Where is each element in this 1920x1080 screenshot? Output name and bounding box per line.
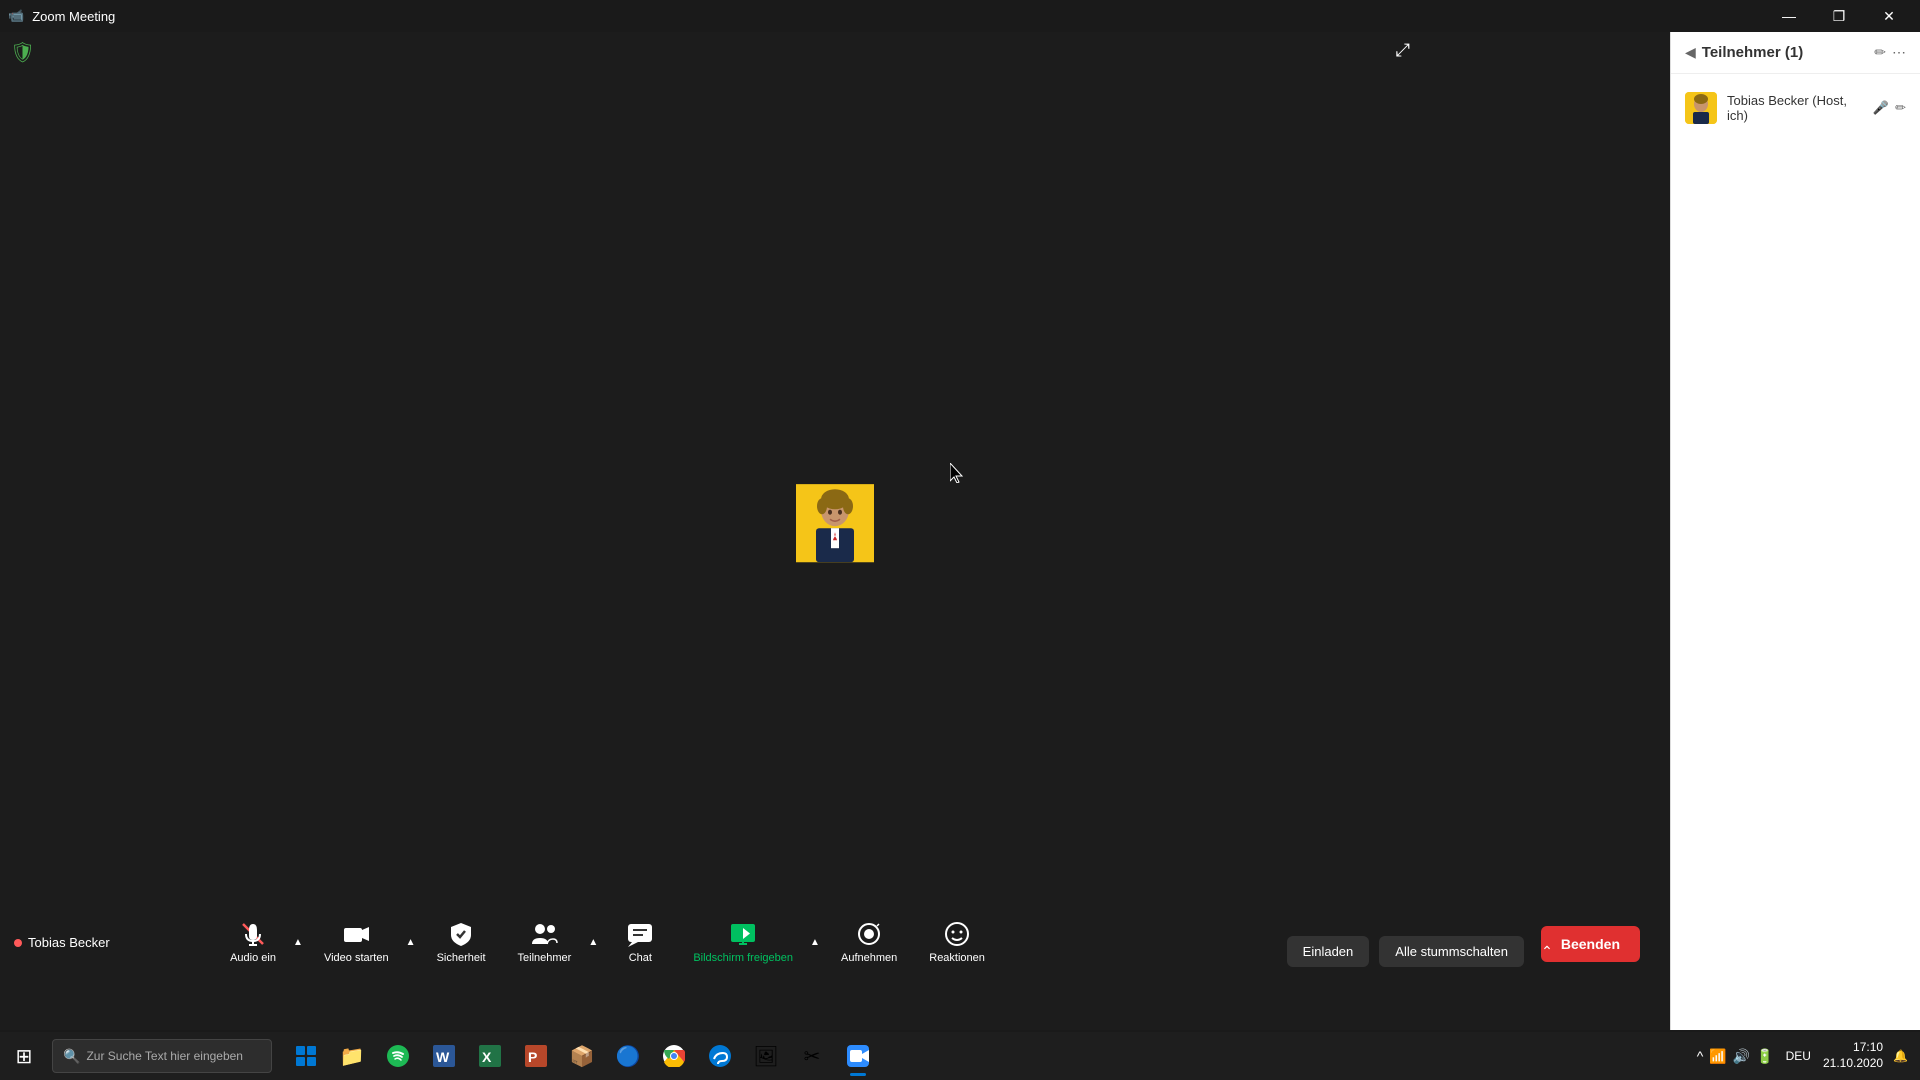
file-explorer-button[interactable]: 📁	[330, 1034, 374, 1078]
svg-text:P: P	[528, 1049, 537, 1065]
svg-text:X: X	[482, 1049, 492, 1065]
svg-text:W: W	[436, 1049, 450, 1065]
app-icon: 📹	[8, 8, 24, 24]
avatar-svg	[796, 484, 874, 562]
participants-icon	[530, 920, 558, 948]
panel-header: ◀ Teilnehmer (1) ✏ ⋯	[1671, 32, 1920, 74]
taskbar-time-value: 17:10	[1823, 1040, 1883, 1056]
record-label: Aufnehmen	[841, 952, 897, 964]
screenshare-label: Bildschirm freigeben	[693, 952, 793, 964]
app7-button[interactable]: 🔵	[606, 1034, 650, 1078]
audio-button[interactable]: Audio ein	[216, 912, 290, 972]
spotify-button[interactable]	[376, 1034, 420, 1078]
participants-group: Teilnehmer ▲	[504, 912, 602, 972]
volume-icon: 🔊	[1733, 1048, 1750, 1065]
taskbar-clock[interactable]: 17:10 21.10.2020	[1823, 1040, 1883, 1071]
participant-avatar-small	[1685, 92, 1717, 124]
participant-item: Tobias Becker (Host, ich) 🎤 ✏	[1671, 84, 1920, 132]
language-indicator: DEU	[1786, 1049, 1811, 1063]
restore-button[interactable]: ❐	[1816, 0, 1862, 32]
record-button[interactable]: Aufnehmen	[827, 912, 911, 972]
battery-icon: 🔋	[1756, 1048, 1773, 1065]
panel-chevron-icon: ◀	[1685, 44, 1696, 61]
toolbar: Audio ein ▲ Video starten ▲	[0, 906, 1215, 978]
panel-title: Teilnehmer (1)	[1702, 44, 1803, 61]
titlebar-title: Zoom Meeting	[32, 9, 115, 24]
zoom-button[interactable]	[836, 1034, 880, 1078]
chat-button[interactable]: Chat	[605, 912, 675, 972]
titlebar-left: 📹 Zoom Meeting	[8, 8, 115, 24]
participant-status-icons: 🎤 ✏	[1873, 100, 1906, 116]
video-caret[interactable]: ▲	[403, 912, 419, 972]
mute-all-button[interactable]: Alle stummschalten	[1379, 936, 1524, 967]
video-icon	[342, 920, 370, 948]
chat-icon	[626, 920, 654, 948]
participants-list: Tobias Becker (Host, ich) 🎤 ✏	[1671, 74, 1920, 1030]
participant-avatar	[796, 484, 874, 562]
start-button[interactable]: ⊞	[0, 1032, 48, 1080]
right-panel: ◀ Teilnehmer (1) ✏ ⋯ Tobias Becker (Ho	[1670, 32, 1920, 1030]
task-view-button[interactable]	[284, 1034, 328, 1078]
taskbar: ⊞ 🔍 Zur Suche Text hier eingeben 📁	[0, 1032, 1920, 1080]
panel-controls: ✏ ⋯	[1874, 44, 1906, 61]
close-button[interactable]: ✕	[1866, 0, 1912, 32]
security-icon	[447, 920, 475, 948]
taskbar-system-icons: ^ 📶 🔊 🔋	[1697, 1048, 1774, 1065]
taskbar-search-icon: 🔍	[63, 1048, 80, 1065]
snip-button[interactable]: ✂	[790, 1034, 834, 1078]
audio-icon	[239, 920, 267, 948]
panel-more-icon[interactable]: ⋯	[1892, 44, 1906, 61]
record-icon	[855, 920, 883, 948]
powerpoint-button[interactable]: P	[514, 1034, 558, 1078]
titlebar: 📹 Zoom Meeting — ❐ ✕	[0, 0, 1920, 32]
participant-thumb	[1685, 92, 1717, 124]
taskbar-right: ^ 📶 🔊 🔋 DEU 17:10 21.10.2020 🔔	[1697, 1040, 1920, 1071]
expand-icon[interactable]: ⤢	[1396, 40, 1410, 61]
panel-chevron[interactable]: ⌃	[1534, 939, 1560, 965]
reactions-button[interactable]: Reaktionen	[915, 912, 999, 972]
minimize-button[interactable]: —	[1766, 0, 1812, 32]
reactions-icon	[943, 920, 971, 948]
audio-caret[interactable]: ▲	[290, 912, 306, 972]
network-icon: 📶	[1709, 1048, 1726, 1065]
security-label: Sicherheit	[437, 952, 486, 964]
reactions-label: Reaktionen	[929, 952, 985, 964]
chrome-button[interactable]	[652, 1034, 696, 1078]
participants-label: Teilnehmer	[518, 952, 572, 964]
panel-edit-icon[interactable]: ✏	[1874, 44, 1886, 61]
taskbar-date-value: 21.10.2020	[1823, 1056, 1883, 1072]
right-meeting-buttons: Einladen Alle stummschalten ⌃	[1287, 936, 1560, 967]
screenshare-group: Bildschirm freigeben ▲	[679, 912, 823, 972]
edge-button[interactable]	[698, 1034, 742, 1078]
security-button[interactable]: Sicherheit	[423, 912, 500, 972]
camera-icon: ✏	[1895, 100, 1906, 116]
excel-button[interactable]: X	[468, 1034, 512, 1078]
participants-caret[interactable]: ▲	[585, 912, 601, 972]
security-shield-icon: 🛡	[10, 40, 35, 65]
screenshare-button[interactable]: Bildschirm freigeben	[679, 912, 807, 972]
taskbar-search[interactable]: 🔍 Zur Suche Text hier eingeben	[52, 1039, 272, 1073]
participants-button[interactable]: Teilnehmer	[504, 912, 586, 972]
taskbar-apps: 📁 W X	[276, 1034, 1697, 1078]
chat-label: Chat	[629, 952, 652, 964]
titlebar-controls: — ❐ ✕	[1766, 0, 1912, 32]
video-button[interactable]: Video starten	[310, 912, 403, 972]
photos-button[interactable]: 🖼	[744, 1034, 788, 1078]
audio-group: Audio ein ▲	[216, 912, 306, 972]
notification-icon[interactable]: 🔔	[1893, 1049, 1908, 1063]
screenshare-caret[interactable]: ▲	[807, 912, 823, 972]
participant-name: Tobias Becker (Host, ich)	[1727, 93, 1863, 123]
mic-muted-icon: 🎤	[1873, 100, 1889, 116]
invite-button[interactable]: Einladen	[1287, 936, 1370, 967]
word-button[interactable]: W	[422, 1034, 466, 1078]
video-group: Video starten ▲	[310, 912, 419, 972]
chevron-up-icon[interactable]: ^	[1697, 1048, 1704, 1064]
taskbar-search-text: Zur Suche Text hier eingeben	[86, 1049, 243, 1063]
app6-button[interactable]: 📦	[560, 1034, 604, 1078]
screenshare-icon	[729, 920, 757, 948]
audio-label: Audio ein	[230, 952, 276, 964]
video-label: Video starten	[324, 952, 389, 964]
main-layout: 🛡 ⤢	[0, 32, 1920, 1030]
meeting-area: 🛡 ⤢	[0, 32, 1670, 1030]
